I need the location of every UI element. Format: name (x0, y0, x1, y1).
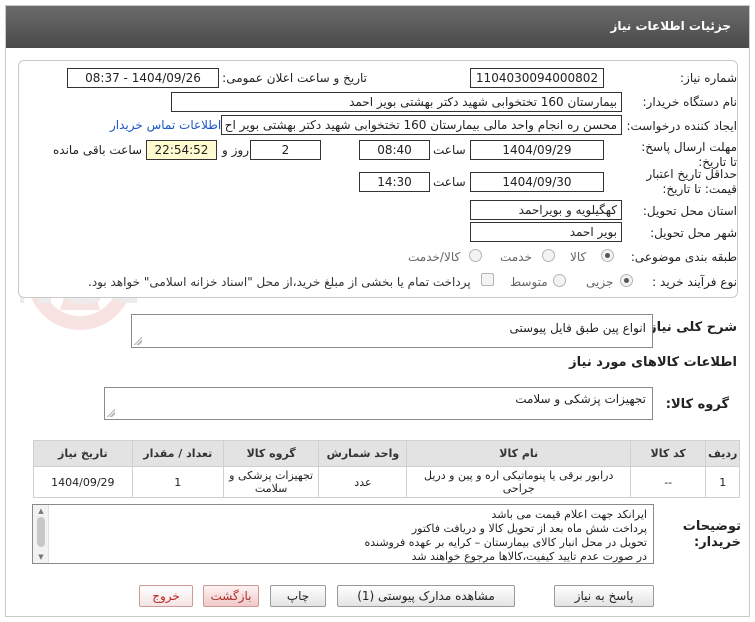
table-header-row: ردیف کد کالا نام کالا واحد شمارش گروه کا… (33, 440, 740, 467)
note-line: تحویل در محل انبار کالای بیمارستان – کرا… (364, 536, 647, 549)
purchase-radio-medium[interactable] (553, 274, 566, 287)
scroll-up-icon[interactable]: ▲ (36, 507, 46, 515)
buyer-contact-link[interactable]: اطلاعات تماس خریدار (110, 118, 221, 132)
cell-unit: عدد (318, 466, 408, 498)
requester-field: محسن ره انجام واحد مالی بیمارستان 160 تخ… (221, 115, 622, 135)
remaining-time-field: 22:54:52 (146, 140, 217, 160)
reply-deadline-label: مهلت ارسال پاسخ: تا تاریخ: (641, 140, 737, 169)
province-field: کهگیلویه و بویراحمد (470, 200, 622, 220)
cell-code: -- (629, 466, 707, 498)
reply-deadline-date: 1404/09/29 (470, 140, 604, 160)
scroll-down-icon[interactable]: ▼ (36, 553, 46, 561)
cell-group: تجهیزات پزشکی و سلامت (222, 466, 320, 498)
page-title: جزئیات اطلاعات نیاز (610, 19, 731, 33)
summary-text: انواع پین طبق فایل پیوستی (509, 321, 646, 335)
purchase-option-minor: جزیی (586, 275, 614, 289)
category-radio-both[interactable] (469, 249, 482, 262)
reply-button[interactable]: پاسخ به نیاز (554, 585, 654, 607)
buyer-org-field: بیمارستان 160 تختخوابی شهید دکتر بهشتی ب… (171, 92, 622, 112)
scroll-thumb[interactable] (37, 517, 45, 547)
cell-date: 1404/09/29 (33, 466, 133, 498)
buyer-notes-field: ایرانکد جهت اعلام قیمت می باشد پرداخت شش… (32, 504, 654, 564)
col-date: تاریخ نیاز (33, 440, 133, 467)
need-number-label: شماره نیاز: (680, 71, 737, 85)
category-radio-goods[interactable] (601, 249, 614, 262)
price-validity-time: 14:30 (359, 172, 430, 192)
table-row[interactable]: 1 -- درابور برقی یا پنوماتیکی اره و پین … (33, 466, 740, 498)
col-index: ردیف (705, 440, 740, 467)
need-number-field: 1104030094000802 (470, 68, 604, 88)
requester-label: ایجاد کننده درخواست: (626, 119, 737, 133)
print-button[interactable]: چاپ (270, 585, 326, 607)
price-validity-time-label: ساعت (433, 175, 466, 189)
city-label: شهر محل تحویل: (650, 226, 737, 240)
col-name: نام کالا (406, 440, 631, 467)
note-line: در صورت عدم تایید کیفیت،کالاها مرجوع خوا… (411, 550, 647, 563)
treasury-docs-label: پرداخت تمام یا بخشی از مبلغ خرید،از محل … (88, 275, 471, 289)
reply-time-label: ساعت (433, 143, 466, 157)
col-code: کد کالا (629, 440, 707, 467)
back-button[interactable]: بازگشت (203, 585, 259, 607)
province-label: استان محل تحویل: (642, 204, 737, 218)
note-line: پرداخت شش ماه بعد از تحویل کالا و دریافت… (411, 522, 647, 535)
reply-days-label: روز و (222, 143, 249, 157)
reply-days-field: 2 (250, 140, 321, 160)
category-label: طبقه بندی موضوعی: (630, 250, 737, 264)
category-option-goods: کالا (570, 250, 587, 264)
goods-group-text: تجهیزات پزشکی و سلامت (515, 392, 646, 406)
goods-table: ردیف کد کالا نام کالا واحد شمارش گروه کا… (33, 440, 740, 498)
cell-qty: 1 (131, 466, 224, 498)
notes-scrollbar[interactable]: ▲ ▼ (33, 505, 49, 563)
attachments-button[interactable]: مشاهده مدارک پیوستی (1) (337, 585, 515, 607)
purchase-type-label: نوع فرآیند خرید : (652, 275, 737, 289)
purchase-radio-minor[interactable] (620, 274, 633, 287)
col-group: گروه کالا (222, 440, 320, 467)
note-line: ایرانکد جهت اعلام قیمت می باشد (491, 508, 647, 521)
cell-name: درابور برقی یا پنوماتیکی اره و پین و دری… (406, 466, 631, 498)
category-option-service: خدمت (500, 250, 532, 264)
treasury-docs-checkbox[interactable] (481, 273, 494, 286)
announce-datetime-field: 1404/09/26 - 08:37 (67, 68, 219, 88)
summary-field: انواع پین طبق فایل پیوستی (131, 314, 653, 348)
remaining-time-label: ساعت باقی مانده (53, 143, 143, 157)
goods-info-heading: اطلاعات کالاهای مورد نیاز (569, 355, 737, 370)
buyer-notes-label: توضیحات خریدار: (682, 519, 741, 550)
cell-index: 1 (705, 466, 740, 498)
resize-grip-icon[interactable] (107, 409, 115, 417)
purchase-option-medium: متوسط (510, 275, 548, 289)
buyer-org-label: نام دستگاه خریدار: (642, 95, 738, 109)
city-field: بویر احمد (470, 222, 622, 242)
category-radio-service[interactable] (542, 249, 555, 262)
reply-deadline-time: 08:40 (359, 140, 430, 160)
exit-button[interactable]: خروج (139, 585, 193, 607)
summary-label: شرح کلی نیاز: (643, 320, 737, 335)
announce-datetime-label: تاریخ و ساعت اعلان عمومی: (222, 71, 367, 85)
goods-group-field: تجهیزات پزشکی و سلامت (104, 387, 653, 420)
price-validity-label: حداقل تاریخ اعتبار قیمت: تا تاریخ: (646, 167, 737, 196)
category-option-both: کالا/خدمت (408, 250, 461, 264)
goods-group-label: گروه کالا: (665, 397, 729, 412)
col-qty: تعداد / مقدار (131, 440, 224, 467)
resize-grip-icon[interactable] (134, 337, 142, 345)
title-bar: جزئیات اطلاعات نیاز (6, 6, 749, 48)
price-validity-date: 1404/09/30 (470, 172, 604, 192)
col-unit: واحد شمارش (318, 440, 408, 467)
